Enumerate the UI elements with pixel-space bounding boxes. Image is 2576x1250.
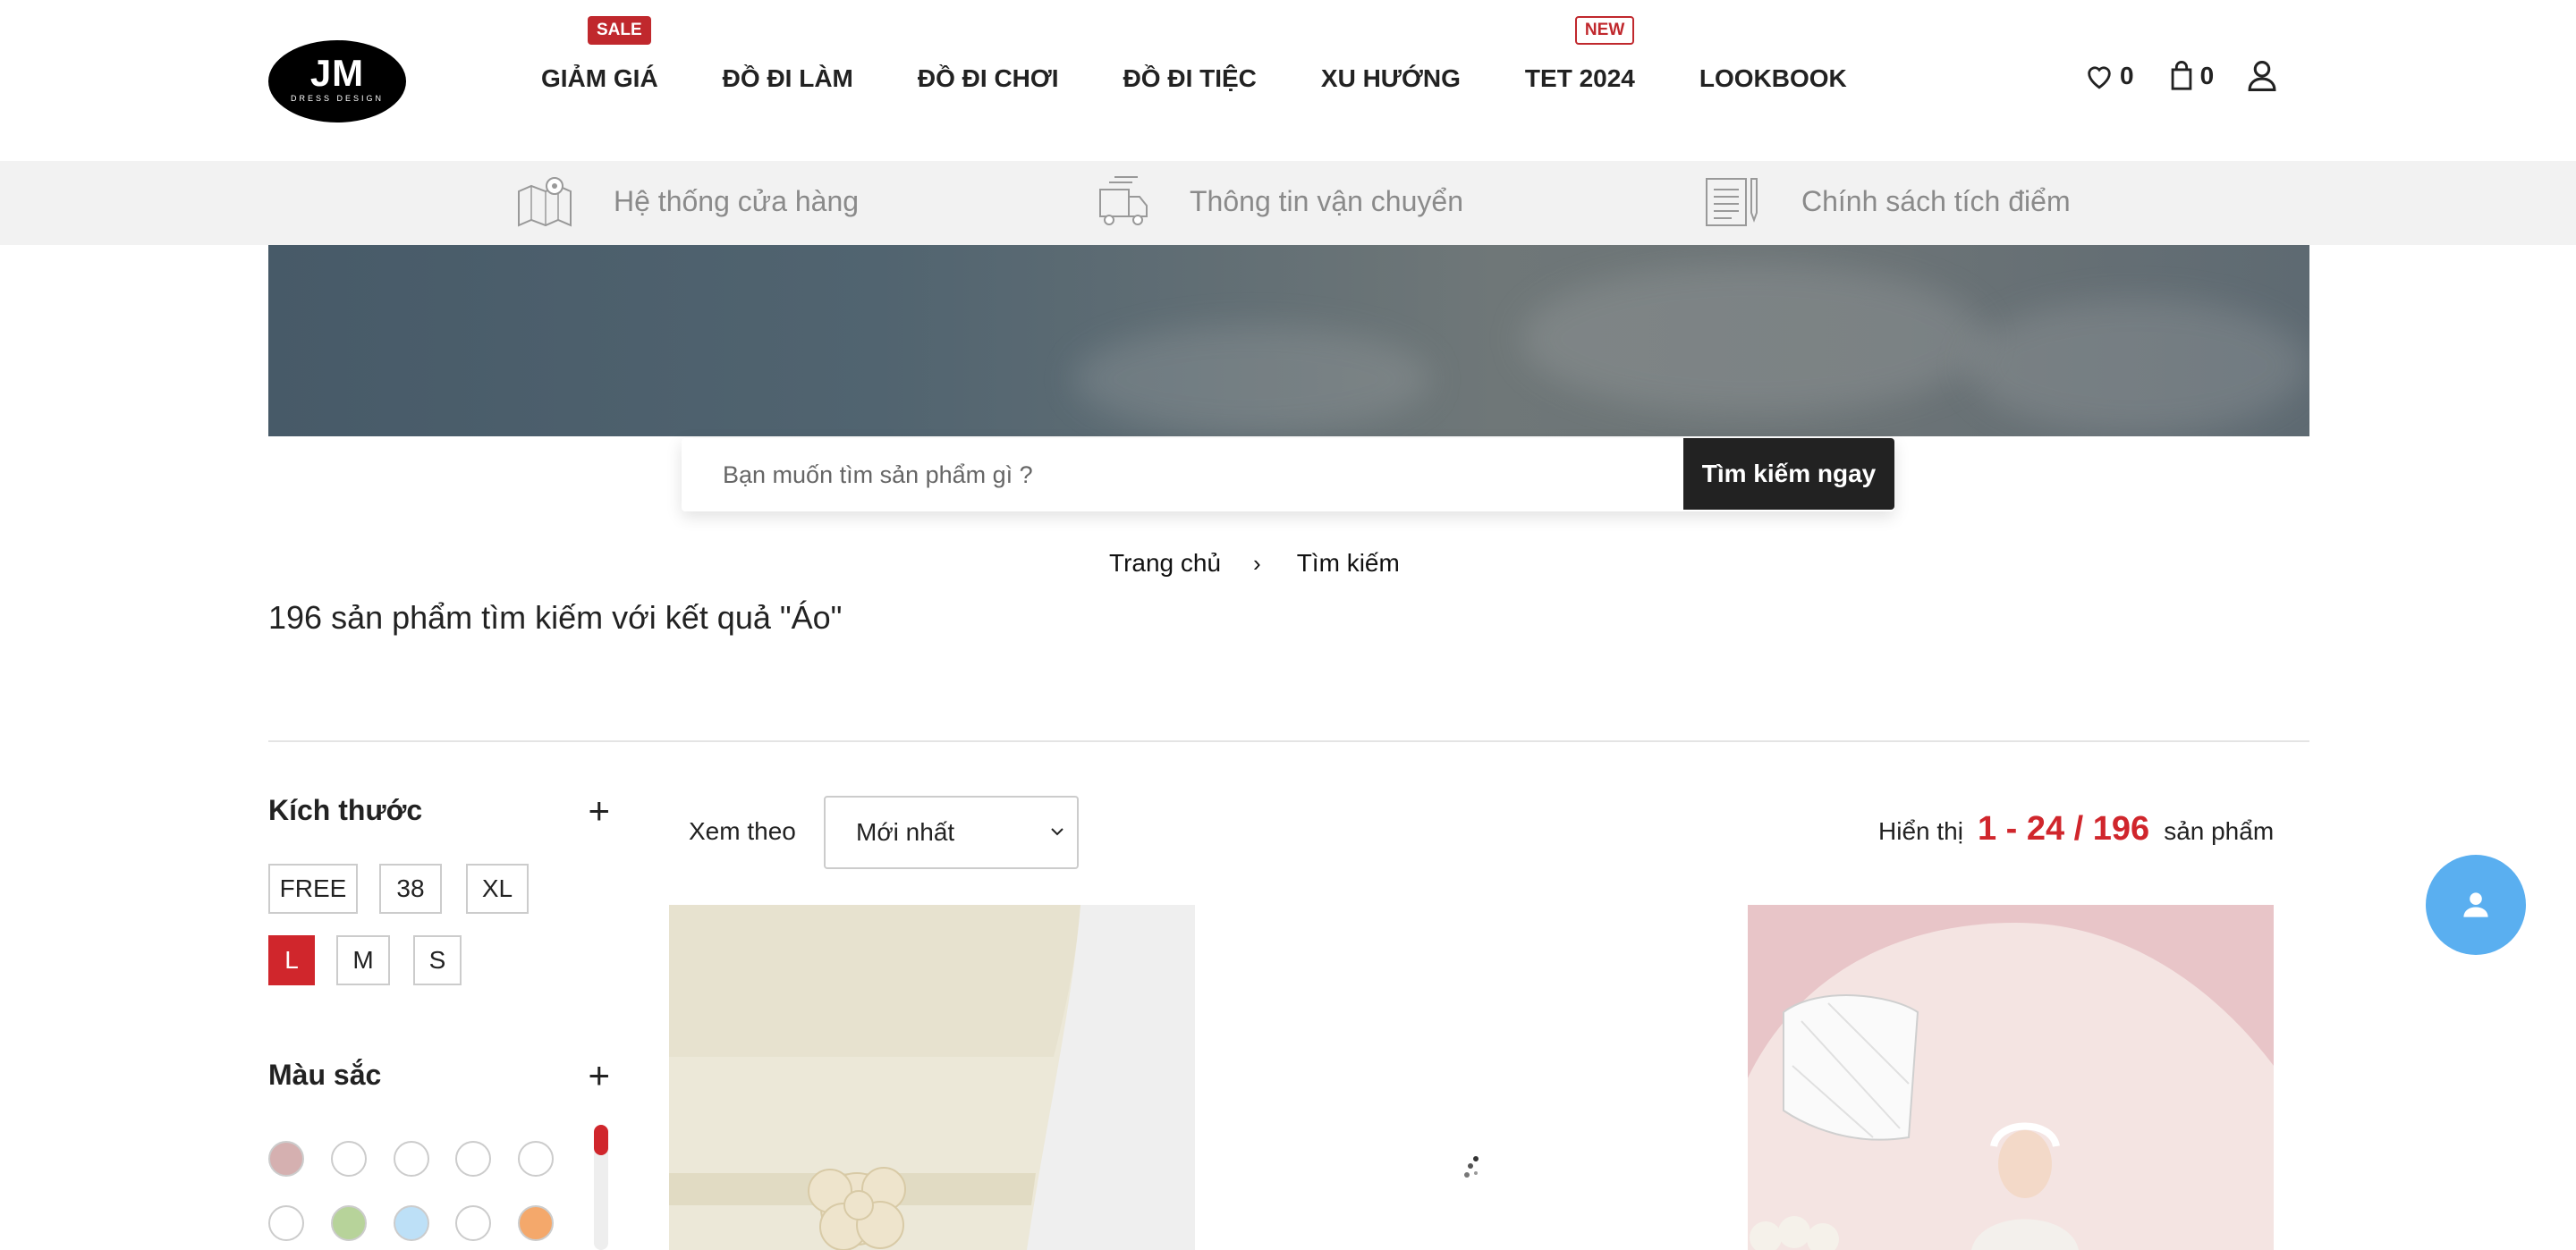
color-swatch[interactable] bbox=[394, 1205, 429, 1241]
breadcrumb-current: Tìm kiếm bbox=[1296, 549, 1400, 577]
new-badge: NEW bbox=[1574, 16, 1635, 45]
nav-item-trend[interactable]: XU HƯỚNG bbox=[1321, 63, 1461, 95]
shopping-bag-icon bbox=[2171, 61, 2191, 90]
size-option-38[interactable]: 38 bbox=[379, 864, 442, 914]
cart-button[interactable]: 0 bbox=[2168, 61, 2215, 91]
sort-label: Xem theo bbox=[689, 817, 796, 845]
plus-icon[interactable]: + bbox=[588, 791, 610, 829]
info-label: Hệ thống cửa hàng bbox=[614, 184, 860, 217]
product-image bbox=[1748, 905, 2274, 1250]
sort-select[interactable]: Mới nhất bbox=[824, 796, 1079, 869]
nav-label: ĐỒ ĐI CHƠI bbox=[917, 64, 1059, 92]
nav-label: ĐỒ ĐI TIỆC bbox=[1123, 64, 1257, 92]
hero-banner bbox=[268, 245, 2309, 436]
nav-label: LOOKBOOK bbox=[1699, 64, 1847, 92]
product-card-3[interactable] bbox=[1748, 905, 2274, 1250]
site-header: JM DRESS DESIGN SALE GIẢM GIÁ ĐỒ ĐI LÀM … bbox=[0, 0, 2576, 161]
breadcrumb-home[interactable]: Trang chủ bbox=[1109, 549, 1221, 578]
store-system-link[interactable]: Hệ thống cửa hàng bbox=[515, 173, 859, 229]
size-option-m[interactable]: M bbox=[336, 935, 390, 985]
search-button[interactable]: Tìm kiếm ngay bbox=[1683, 438, 1894, 510]
user-icon bbox=[2248, 61, 2276, 91]
nav-label: ĐỒ ĐI LÀM bbox=[722, 64, 853, 92]
account-button[interactable] bbox=[2248, 61, 2282, 91]
site-logo[interactable]: JM DRESS DESIGN bbox=[268, 40, 406, 122]
product-image bbox=[669, 905, 1195, 1250]
sort-value: Mới nhất bbox=[856, 818, 955, 846]
product-count: Hiển thị 1 - 24 / 196 sản phẩm bbox=[1878, 810, 2274, 849]
size-option-free[interactable]: FREE bbox=[268, 864, 358, 914]
nav-label: TET 2024 bbox=[1524, 64, 1635, 92]
heart-icon bbox=[2088, 66, 2111, 89]
filter-title: Màu sắc bbox=[268, 1059, 382, 1091]
size-option-s[interactable]: S bbox=[413, 935, 462, 985]
info-label: Thông tin vận chuyển bbox=[1190, 184, 1463, 217]
nav-label: GIẢM GIÁ bbox=[541, 64, 658, 92]
banner-cloud bbox=[1521, 263, 1986, 415]
delivery-truck-icon bbox=[1099, 176, 1148, 225]
size-option-l[interactable]: L bbox=[268, 935, 315, 985]
filter-title: Kích thước bbox=[268, 794, 423, 826]
color-filter-header[interactable]: Màu sắc + bbox=[268, 1056, 610, 1094]
color-swatch[interactable] bbox=[268, 1141, 304, 1177]
count-prefix: Hiển thị bbox=[1878, 817, 1963, 845]
nav-item-party[interactable]: ĐỒ ĐI TIỆC bbox=[1123, 63, 1257, 95]
loyalty-policy-link[interactable]: Chính sách tích điểm bbox=[1703, 173, 2071, 229]
nav-item-casual[interactable]: ĐỒ ĐI CHƠI bbox=[918, 63, 1059, 95]
user-icon bbox=[2463, 892, 2488, 917]
product-card-1[interactable] bbox=[669, 905, 1195, 1250]
banner-cloud bbox=[1073, 325, 1431, 433]
loading-spinner-icon bbox=[1464, 1156, 1479, 1178]
count-suffix: sản phẩm bbox=[2164, 817, 2275, 845]
filter-scrollbar[interactable] bbox=[594, 1125, 608, 1250]
info-label: Chính sách tích điểm bbox=[1801, 184, 2071, 217]
color-swatch[interactable] bbox=[518, 1205, 554, 1241]
color-swatch[interactable] bbox=[331, 1205, 367, 1241]
breadcrumb: Trang chủ › Tìm kiếm bbox=[1109, 549, 1400, 578]
divider bbox=[268, 740, 2309, 742]
plus-icon[interactable]: + bbox=[588, 1056, 610, 1094]
color-swatch[interactable] bbox=[394, 1141, 429, 1177]
nav-label: XU HƯỚNG bbox=[1320, 64, 1461, 92]
info-bar: Hệ thống cửa hàng Thông tin vận chuyển C… bbox=[0, 161, 2576, 245]
color-swatch[interactable] bbox=[518, 1141, 554, 1177]
scrollbar-thumb[interactable] bbox=[594, 1125, 608, 1155]
color-swatch[interactable] bbox=[331, 1141, 367, 1177]
color-swatch[interactable] bbox=[268, 1205, 304, 1241]
search-input[interactable] bbox=[723, 454, 1662, 495]
logo-subtext: DRESS DESIGN bbox=[290, 94, 384, 103]
nav-item-lookbook[interactable]: LOOKBOOK bbox=[1699, 63, 1847, 95]
nav-item-sale[interactable]: SALE GIẢM GIÁ bbox=[541, 16, 658, 95]
shipping-info-link[interactable]: Thông tin vận chuyển bbox=[1097, 173, 1463, 229]
count-range: 1 - 24 / 196 bbox=[1977, 810, 2150, 848]
size-filter-header[interactable]: Kích thước + bbox=[268, 791, 610, 829]
chevron-down-icon bbox=[1051, 828, 1063, 836]
store-map-icon bbox=[518, 177, 572, 227]
main-nav: SALE GIẢM GIÁ ĐỒ ĐI LÀM ĐỒ ĐI CHƠI ĐỒ ĐI… bbox=[541, 16, 1911, 95]
page-title: 196 sản phẩm tìm kiếm với kết quả "Áo" bbox=[268, 599, 843, 636]
logo-text: JM bbox=[309, 52, 365, 94]
chevron-right-icon: › bbox=[1253, 549, 1261, 577]
color-swatch[interactable] bbox=[455, 1141, 491, 1177]
search-box: Tìm kiếm ngay bbox=[682, 438, 1894, 511]
nav-item-tet[interactable]: NEW TET 2024 bbox=[1524, 16, 1635, 95]
wishlist-button[interactable]: 0 bbox=[2084, 62, 2134, 90]
policy-document-icon bbox=[1706, 178, 1758, 226]
sale-badge: SALE bbox=[588, 16, 651, 45]
banner-cloud bbox=[1968, 299, 2308, 433]
cart-count: 0 bbox=[2199, 62, 2215, 89]
chat-support-button[interactable] bbox=[2426, 855, 2526, 955]
header-actions: 0 0 bbox=[2084, 61, 2316, 91]
size-option-xl[interactable]: XL bbox=[466, 864, 529, 914]
wishlist-count: 0 bbox=[2120, 62, 2134, 89]
nav-item-work[interactable]: ĐỒ ĐI LÀM bbox=[723, 63, 853, 95]
color-swatch[interactable] bbox=[455, 1205, 491, 1241]
